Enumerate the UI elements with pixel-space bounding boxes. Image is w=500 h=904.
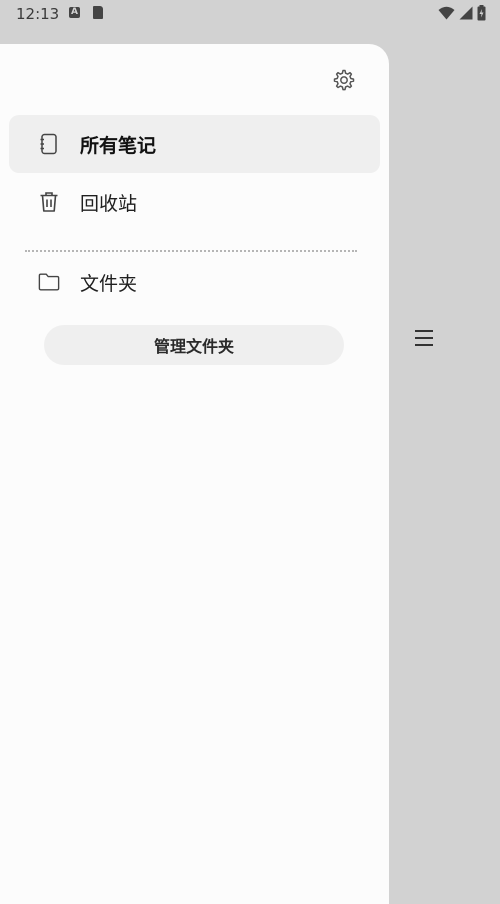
hamburger-menu-icon[interactable] <box>413 327 435 349</box>
sd-card-icon <box>93 6 103 19</box>
nav-item-label: 回收站 <box>80 192 138 215</box>
status-bar: 12:13 A <box>0 0 500 28</box>
nav-item-folders[interactable]: 文件夹 <box>9 253 380 311</box>
battery-icon <box>477 5 486 21</box>
status-right-icons <box>438 5 486 21</box>
settings-button[interactable] <box>332 68 356 92</box>
folder-icon <box>38 271 60 293</box>
a-notification-icon: A <box>69 7 80 18</box>
manage-folders-button[interactable]: 管理文件夹 <box>44 325 344 365</box>
nav-item-all-notes[interactable]: 所有笔记 <box>9 115 380 173</box>
trash-icon <box>38 191 60 213</box>
signal-icon <box>459 6 473 20</box>
status-time: 12:13 <box>16 5 60 23</box>
nav-item-recycle-bin[interactable]: 回收站 <box>9 173 380 231</box>
nav-item-label: 文件夹 <box>80 272 138 295</box>
section-divider <box>25 250 357 252</box>
navigation-drawer: 所有笔记 回收站 文件夹 管理文件夹 <box>0 44 389 904</box>
wifi-icon <box>438 6 455 20</box>
gear-icon <box>333 69 355 91</box>
nav-item-label: 所有笔记 <box>80 134 157 157</box>
notebook-icon <box>38 133 60 155</box>
